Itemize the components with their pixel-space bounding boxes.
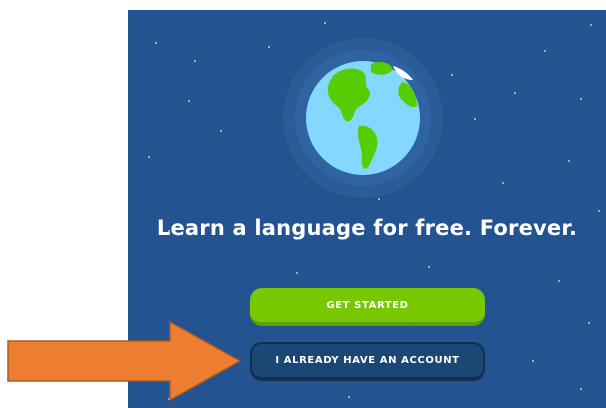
get-started-button[interactable]: GET STARTED (250, 288, 485, 326)
star (428, 266, 430, 268)
star (580, 388, 582, 390)
star (268, 46, 270, 48)
star (580, 98, 582, 100)
star (220, 130, 222, 132)
arrow-right-icon (7, 320, 242, 402)
star (532, 360, 534, 362)
star (296, 272, 298, 274)
star (514, 92, 516, 94)
star (148, 156, 150, 158)
star (588, 322, 590, 324)
star (558, 280, 560, 282)
star (194, 60, 196, 62)
star (348, 396, 350, 398)
star (451, 74, 453, 76)
headline: Learn a language for free. Forever. (156, 216, 578, 240)
star (598, 210, 600, 212)
star (568, 160, 570, 162)
already-have-account-button[interactable]: I ALREADY HAVE AN ACCOUNT (250, 342, 485, 381)
star (474, 118, 476, 120)
star (155, 42, 157, 44)
stage: Learn a language for free. Forever. GET … (0, 0, 606, 408)
star (188, 100, 190, 102)
star (544, 50, 546, 52)
star (324, 22, 326, 24)
globe-icon (283, 38, 443, 198)
star (590, 24, 592, 26)
star (502, 182, 504, 184)
star (378, 198, 380, 200)
